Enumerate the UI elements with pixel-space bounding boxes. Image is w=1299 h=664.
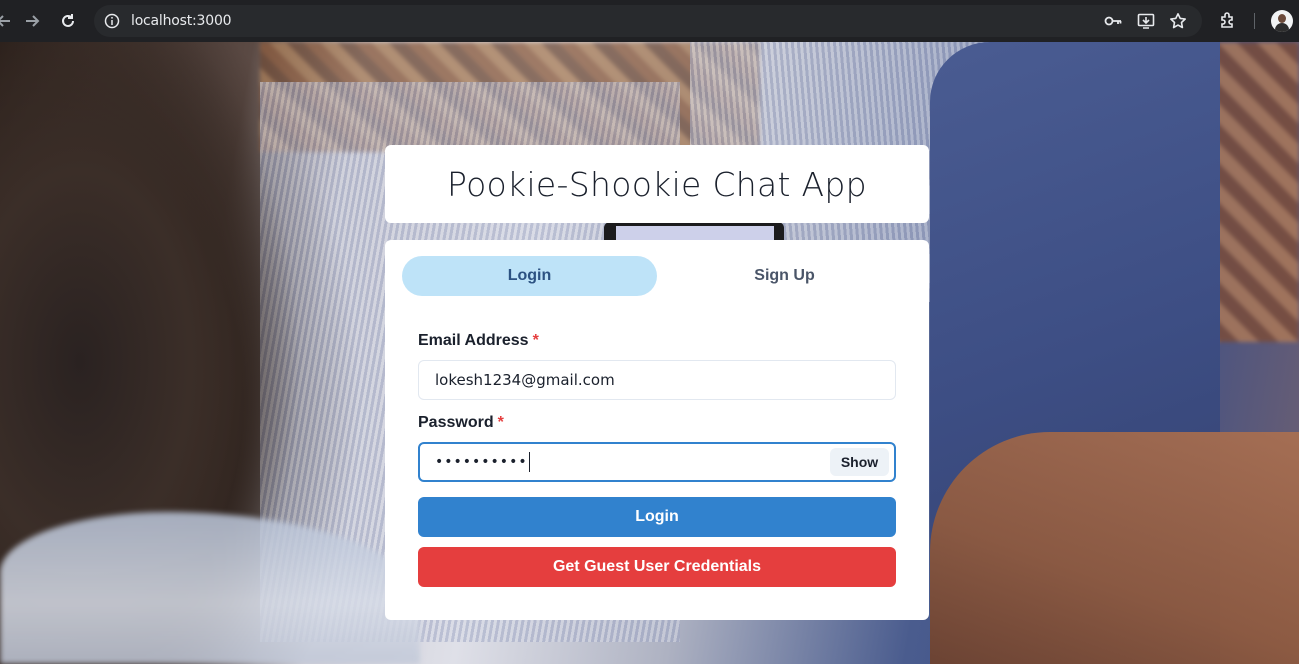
bookmark-star-icon[interactable]	[1169, 12, 1187, 30]
email-value: lokesh1234@gmail.com	[435, 371, 615, 389]
profile-avatar[interactable]	[1271, 10, 1293, 32]
login-button[interactable]: Login	[418, 497, 896, 537]
auth-tabs: Login Sign Up	[402, 256, 912, 296]
show-password-button[interactable]: Show	[830, 448, 889, 476]
back-icon[interactable]	[0, 9, 16, 33]
required-mark: *	[497, 414, 504, 431]
tab-login[interactable]: Login	[402, 256, 657, 296]
email-field[interactable]: lokesh1234@gmail.com	[418, 360, 896, 400]
tab-sign-up[interactable]: Sign Up	[657, 256, 912, 296]
password-label-text: Password	[418, 414, 494, 431]
extensions-icon[interactable]	[1218, 11, 1238, 31]
password-value: ••••••••••	[435, 454, 528, 470]
text-caret	[528, 452, 530, 472]
app-title: Pookie-Shookie Chat App	[447, 164, 867, 204]
email-label: Email Address *	[418, 332, 539, 350]
password-field[interactable]: ••••••••••	[418, 442, 896, 482]
install-app-icon[interactable]	[1137, 12, 1155, 30]
toolbar-divider	[1254, 13, 1255, 29]
app-title-card: Pookie-Shookie Chat App	[385, 145, 929, 223]
password-key-icon[interactable]	[1104, 12, 1122, 30]
auth-form-card: Login Sign Up Email Address * lokesh1234@…	[385, 240, 929, 620]
forward-icon[interactable]	[20, 9, 44, 33]
browser-toolbar: localhost:3000	[0, 0, 1299, 42]
email-label-text: Email Address	[418, 332, 529, 349]
password-label: Password *	[418, 414, 504, 432]
guest-credentials-button[interactable]: Get Guest User Credentials	[418, 547, 896, 587]
reload-icon[interactable]	[56, 9, 80, 33]
required-mark: *	[532, 332, 539, 349]
address-bar[interactable]: localhost:3000	[94, 5, 1202, 37]
url-text[interactable]: localhost:3000	[131, 13, 232, 29]
site-info-icon[interactable]	[104, 13, 120, 29]
